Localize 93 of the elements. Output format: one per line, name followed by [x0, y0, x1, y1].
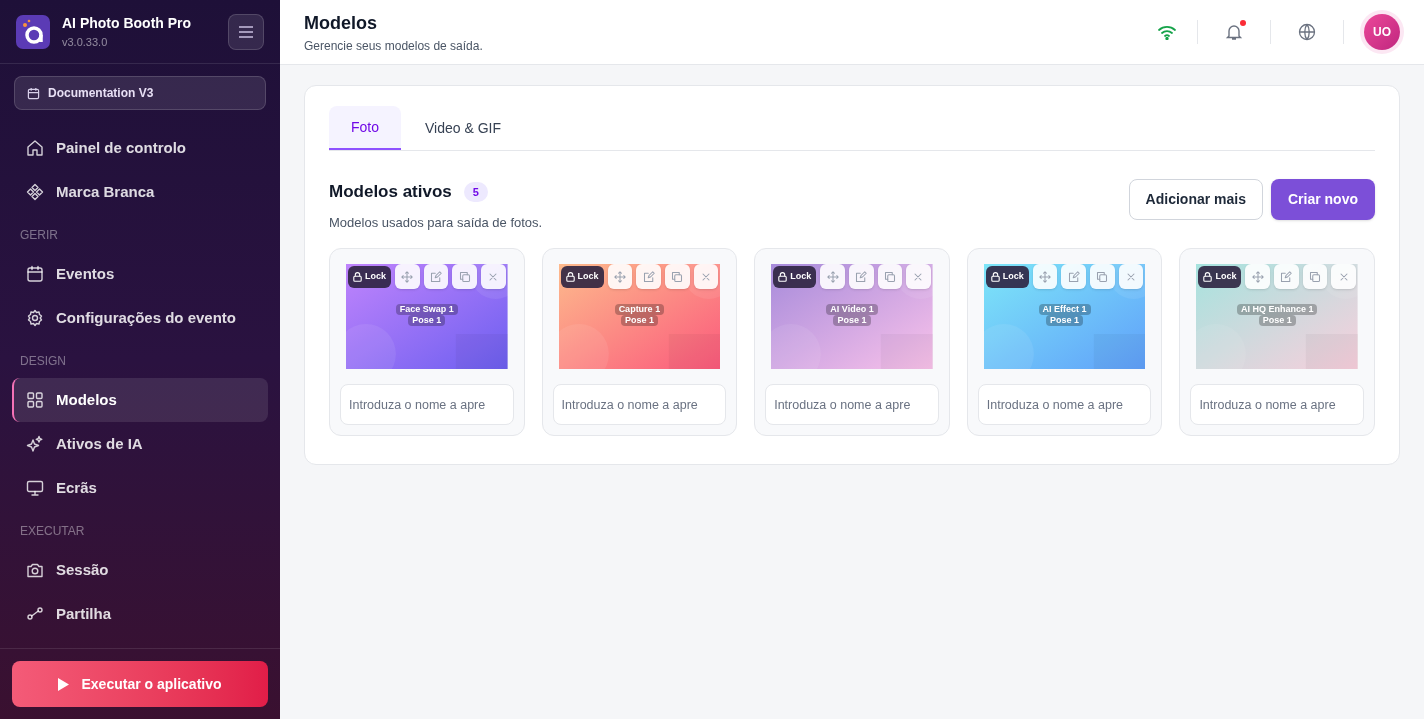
section-subtitle: Modelos usados para saída de fotos.	[329, 213, 544, 232]
delete-button[interactable]	[1331, 264, 1356, 289]
page-title: Modelos	[304, 11, 378, 35]
name-input[interactable]: Introduza o nome a apre	[552, 384, 727, 425]
copy-icon	[1309, 270, 1322, 283]
name-input[interactable]: Introduza o nome a apre	[1190, 384, 1364, 425]
calendar-icon	[26, 265, 44, 283]
sidebar-item[interactable]: Sessão	[12, 548, 268, 592]
create-new-button[interactable]: Criar novo	[1271, 179, 1375, 220]
name-input[interactable]: Introduza o nome a apre	[340, 384, 514, 425]
camera-icon	[26, 561, 44, 579]
move-icon	[1251, 270, 1264, 283]
move-button[interactable]	[395, 264, 420, 289]
edit-icon	[430, 270, 442, 283]
lock-badge: Lock	[985, 266, 1029, 288]
play-icon	[58, 677, 70, 691]
lock-badge: Lock	[348, 266, 391, 288]
duplicate-button[interactable]	[1090, 264, 1115, 289]
monitor-icon	[26, 479, 44, 497]
event-selector[interactable]: Documentation V3	[14, 76, 266, 110]
copy-icon	[671, 270, 684, 283]
move-icon	[613, 270, 626, 283]
bell-icon	[1225, 23, 1243, 41]
duplicate-button[interactable]	[452, 264, 477, 289]
template-label: Pose 1	[1046, 315, 1084, 326]
edit-icon	[642, 270, 655, 283]
grid-icon	[26, 391, 44, 409]
home-icon	[26, 139, 44, 157]
add-more-button[interactable]: Adicionar mais	[1128, 179, 1263, 220]
run-app-button[interactable]: Executar o aplicativo	[12, 661, 268, 707]
lock-icon	[778, 272, 788, 282]
name-input[interactable]: Introduza o nome a apre	[977, 384, 1152, 425]
sidebar-item[interactable]: Painel de controlo	[12, 126, 268, 170]
copy-icon	[458, 270, 471, 283]
user-avatar[interactable]: UO	[1364, 14, 1400, 50]
sidebar-item[interactable]: Eventos	[12, 252, 268, 296]
template-label: Pose 1	[620, 315, 658, 326]
sidebar-item[interactable]: Partilha	[12, 592, 268, 636]
lock-icon	[353, 272, 362, 282]
sidebar-item[interactable]: Configurações do evento	[12, 296, 268, 340]
delete-button[interactable]	[906, 264, 931, 289]
sidebar-item[interactable]: Marca Branca	[12, 170, 268, 214]
copy-icon	[883, 270, 896, 283]
menu-button[interactable]	[228, 13, 264, 50]
edit-icon	[1280, 270, 1293, 283]
lock-badge: Lock	[1198, 266, 1242, 288]
section-label: EXECUTAR	[19, 523, 86, 540]
globe-icon	[1298, 23, 1316, 41]
template-label: AI Effect 1	[1038, 304, 1091, 315]
template-label: AI HQ Enhance 1	[1236, 304, 1318, 315]
lock-icon	[990, 272, 1000, 282]
diamond-icon	[26, 183, 44, 201]
template-label: Pose 1	[408, 315, 446, 326]
settings-icon	[26, 309, 44, 327]
move-icon	[1039, 270, 1052, 283]
share-icon	[26, 605, 44, 623]
app-name: AI Photo Booth Pro	[62, 13, 193, 33]
tab[interactable]: Foto	[329, 106, 401, 150]
tab[interactable]: Video & GIF	[401, 106, 526, 150]
sparkle-icon	[26, 435, 44, 453]
lock-badge: Lock	[773, 266, 817, 288]
copy-icon	[1096, 270, 1109, 283]
template-label: AI Video 1	[826, 304, 878, 315]
sidebar-item[interactable]: Ativos de IA	[12, 422, 268, 466]
calendar-icon	[27, 86, 40, 100]
section-title: Modelos ativos	[329, 181, 452, 203]
page-subtitle: Gerencie seus modelos de saída.	[304, 37, 484, 55]
move-button[interactable]	[1245, 264, 1271, 289]
edit-button[interactable]	[636, 264, 661, 289]
edit-icon	[1067, 270, 1080, 283]
app-logo	[16, 14, 50, 49]
lock-icon	[1203, 272, 1213, 282]
template-label: Capture 1	[614, 304, 665, 315]
edit-button[interactable]	[1061, 264, 1087, 289]
move-button[interactable]	[820, 264, 845, 289]
app-version: v3.0.33.0	[62, 34, 109, 50]
sidebar-item[interactable]: Ecrãs	[12, 466, 268, 510]
move-icon	[826, 270, 839, 283]
wifi-icon	[1157, 24, 1177, 40]
sidebar-item[interactable]: Modelos	[12, 378, 268, 422]
move-icon	[401, 270, 414, 283]
template-label: Pose 1	[1258, 315, 1296, 326]
count-badge: 5	[463, 181, 488, 202]
edit-button[interactable]	[1274, 264, 1299, 289]
menu-icon	[238, 24, 254, 39]
lock-badge: Lock	[560, 266, 604, 288]
edit-icon	[855, 270, 868, 283]
name-input[interactable]: Introduza o nome a apre	[765, 384, 939, 425]
template-label: Pose 1	[833, 315, 871, 326]
lock-icon	[565, 272, 575, 282]
section-label: DESIGN	[19, 353, 67, 370]
section-label: GERIR	[19, 227, 59, 244]
template-label: Face Swap 1	[395, 304, 458, 315]
